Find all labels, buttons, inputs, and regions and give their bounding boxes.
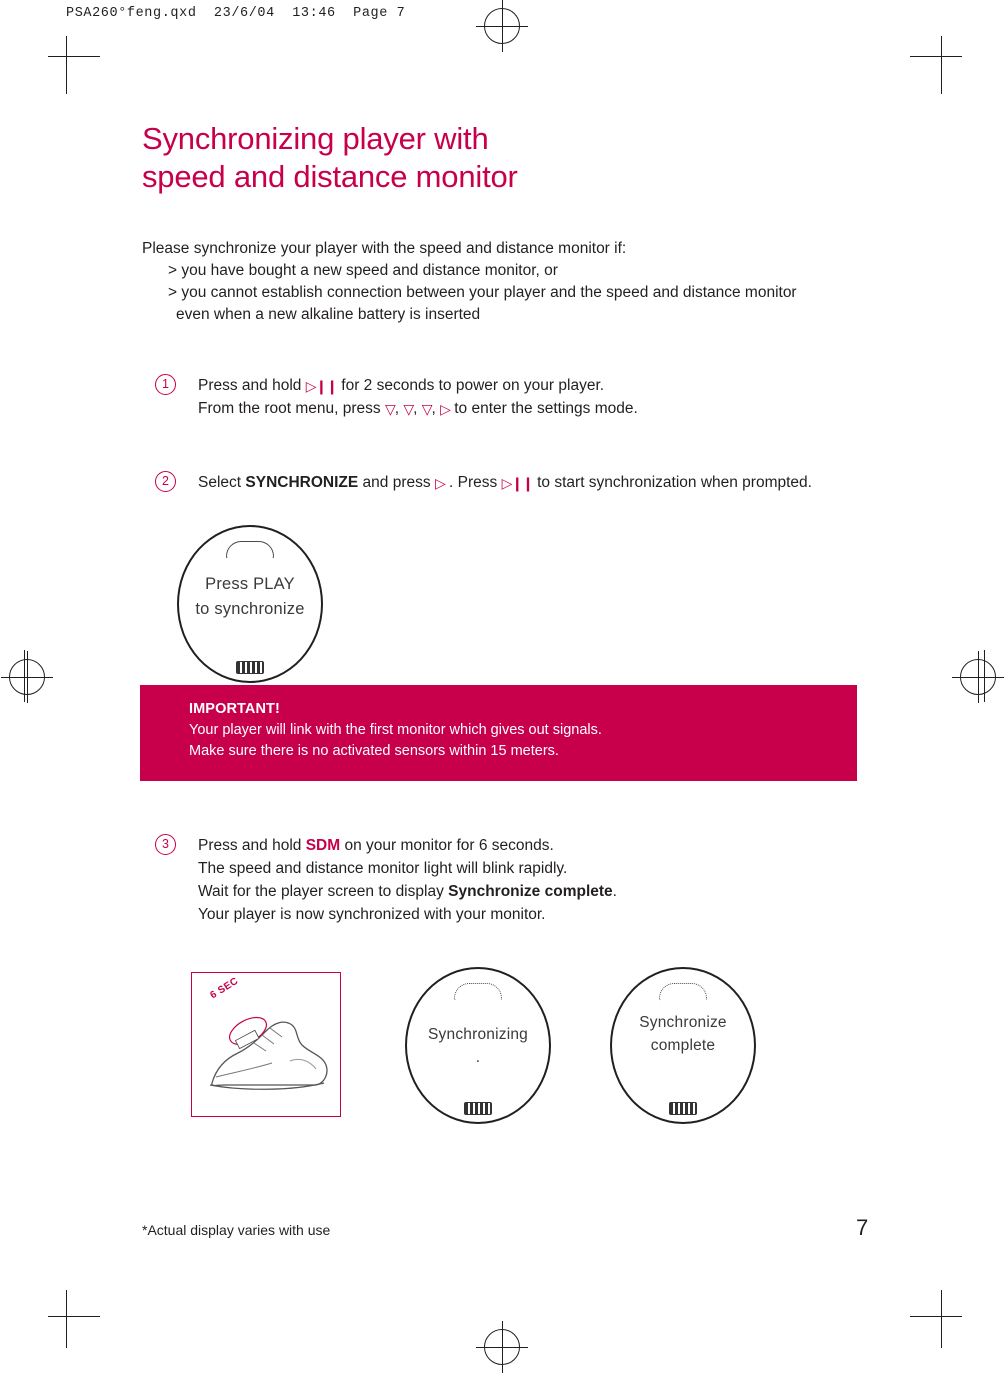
important-heading: IMPORTANT! bbox=[189, 701, 280, 717]
step-3-line-3: Wait for the player screen to display Sy… bbox=[198, 880, 938, 903]
crop-mark-top-left-h bbox=[48, 56, 100, 57]
step-2-line-1: Select SYNCHRONIZE and press ▷ . Press ▷… bbox=[198, 471, 882, 494]
important-line-1: Your player will link with the first mon… bbox=[189, 722, 602, 738]
watch-1-line-2: to synchronize bbox=[195, 600, 305, 618]
step-1-line-2: From the root menu, press ▽, ▽, ▽, ▷ to … bbox=[198, 397, 882, 420]
page-title-line1: Synchronizing player with bbox=[142, 121, 489, 156]
step-3-text-b: on your monitor for 6 seconds. bbox=[344, 837, 554, 854]
registration-mark-top bbox=[476, 0, 528, 52]
battery-icon bbox=[464, 1102, 492, 1115]
shoe-glyph-icon bbox=[226, 541, 274, 559]
step-3: 3 Press and hold SDM on your monitor for… bbox=[142, 834, 938, 926]
sep-1: , bbox=[394, 400, 400, 417]
important-banner: IMPORTANT! Your player will link with th… bbox=[140, 685, 857, 781]
step-1-number: 1 bbox=[155, 374, 176, 395]
down-arrow-icon: ▽ bbox=[403, 402, 414, 418]
step-3-line-2: The speed and distance monitor light wil… bbox=[198, 860, 568, 877]
crop-mark-bottom-right-h bbox=[910, 1316, 962, 1317]
important-line-2: Make sure there is no activated sensors … bbox=[189, 743, 559, 759]
page-content: Synchronizing player with speed and dist… bbox=[142, 120, 882, 494]
down-arrow-icon: ▽ bbox=[421, 402, 433, 418]
step-3-line-4: Your player is now synchronized with you… bbox=[198, 906, 546, 923]
crop-mark-top-right-v bbox=[941, 36, 942, 94]
shoe-glyph-icon bbox=[659, 983, 707, 1001]
step-1-text-b: for 2 seconds to power on your player. bbox=[341, 377, 605, 394]
watch-2-line-1: Synchronizing bbox=[428, 1026, 528, 1043]
watch-screen-synchronizing: Synchronizing . bbox=[405, 967, 551, 1124]
play-pause-icon: ▷❙❙ bbox=[305, 379, 338, 395]
down-arrow-icon: ▽ bbox=[384, 402, 396, 418]
step-2-text-a: Select bbox=[198, 474, 242, 491]
film-header-text: PSA260°feng.qxd 23/6/04 13:46 Page 7 bbox=[66, 6, 406, 21]
watch-3-line-1: Synchronize bbox=[639, 1014, 727, 1031]
crop-mark-top-left-v bbox=[66, 36, 67, 94]
intro-bullet-2: > you cannot establish connection betwee… bbox=[168, 284, 797, 301]
step-3-number: 3 bbox=[155, 834, 176, 855]
intro-bullet-2-cont: even when a new alkaline battery is inse… bbox=[176, 306, 481, 323]
page-title-line2: speed and distance monitor bbox=[142, 159, 518, 194]
step-2-text-d: to start synchronization when prompted. bbox=[537, 474, 812, 491]
manual-page: PSA260°feng.qxd 23/6/04 13:46 Page 7 Syn… bbox=[0, 0, 1008, 1373]
sep-3: , bbox=[431, 400, 436, 417]
step-3-line-1: Press and hold SDM on your monitor for 6… bbox=[198, 834, 938, 857]
step-2-text-b: and press bbox=[362, 474, 431, 491]
step-2-keyword-synchronize: SYNCHRONIZE bbox=[245, 474, 359, 491]
step-1-text-a: Press and hold bbox=[198, 377, 302, 394]
watch-1-line-1: Press PLAY bbox=[205, 575, 295, 593]
crop-mark-top-right-h bbox=[910, 56, 962, 57]
intro-bullet-1: > you have bought a new speed and distan… bbox=[168, 262, 558, 279]
registration-mark-left bbox=[1, 651, 53, 703]
registration-mark-bottom bbox=[476, 1321, 528, 1373]
right-arrow-icon: ▷ bbox=[440, 402, 451, 418]
watch-screen-complete: Synchronize complete bbox=[610, 967, 756, 1124]
battery-icon bbox=[236, 661, 264, 674]
step-2-number: 2 bbox=[155, 471, 176, 492]
step-1-line-1: Press and hold ▷❙❙ for 2 seconds to powe… bbox=[198, 374, 882, 397]
step-2-text-c: . Press bbox=[449, 474, 498, 491]
crop-mark-bottom-left-v bbox=[66, 1290, 67, 1348]
intro-block: Please synchronize your player with the … bbox=[142, 238, 882, 326]
step-1: 1 Press and hold ▷❙❙ for 2 seconds to po… bbox=[142, 374, 882, 420]
watch-screen-press-play: Press PLAY to synchronize bbox=[177, 525, 323, 683]
registration-mark-right bbox=[952, 651, 1004, 703]
watch-2-line-2: . bbox=[475, 1049, 481, 1066]
play-pause-icon: ▷❙❙ bbox=[501, 476, 534, 492]
page-title: Synchronizing player with speed and dist… bbox=[142, 120, 882, 196]
footnote: *Actual display varies with use bbox=[142, 1222, 331, 1238]
watch-3-line-2: complete bbox=[650, 1037, 716, 1054]
page-number: 7 bbox=[856, 1215, 869, 1240]
step-2: 2 Select SYNCHRONIZE and press ▷ . Press… bbox=[142, 471, 882, 494]
intro-lead: Please synchronize your player with the … bbox=[142, 240, 627, 257]
figure-row: 6 SEC Synchronizing . Synchronize comple… bbox=[140, 965, 880, 1125]
step-1-line2-text-a: From the root menu, press bbox=[198, 400, 381, 417]
step-1-line2-text-b: to enter the settings mode. bbox=[454, 400, 638, 417]
sep-2: , bbox=[413, 400, 418, 417]
shoe-glyph-icon bbox=[454, 983, 502, 1001]
step-3-keyword-complete: Synchronize complete bbox=[448, 883, 613, 900]
crop-mark-bottom-right-v bbox=[941, 1290, 942, 1348]
step-3-line3-text-b: . bbox=[612, 883, 617, 900]
step-3-line3-text-a: Wait for the player screen to display bbox=[198, 883, 444, 900]
battery-icon bbox=[669, 1102, 697, 1115]
step-3-keyword-sdm: SDM bbox=[305, 837, 341, 854]
crop-mark-bottom-left-h bbox=[48, 1316, 100, 1317]
shoe-figure: 6 SEC bbox=[191, 972, 341, 1117]
step-3-text-a: Press and hold bbox=[198, 837, 302, 854]
right-arrow-icon: ▷ bbox=[434, 476, 446, 492]
